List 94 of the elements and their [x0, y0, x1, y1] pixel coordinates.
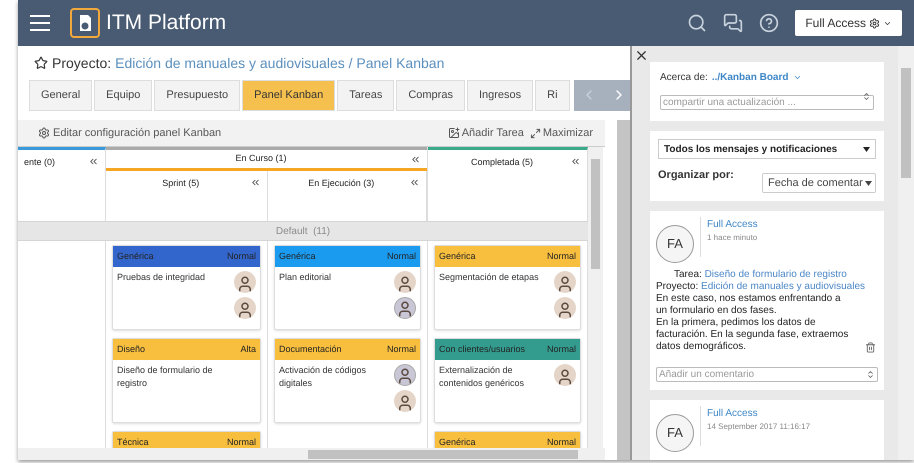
comment-input[interactable]: Añadir un comentario	[656, 367, 878, 382]
column-title: Sprint (5)	[161, 177, 200, 190]
card-category: Genérica	[117, 250, 154, 263]
collapse-icon[interactable]	[570, 156, 581, 167]
expand-icon	[530, 128, 541, 138]
avatar-initials: FA	[656, 225, 694, 263]
filter-select[interactable]: Todos los mensajes y notificaciones	[658, 139, 876, 159]
card-priority: Normal	[546, 250, 576, 263]
share-input[interactable]: compartir una actualización ...	[660, 95, 874, 110]
help-icon[interactable]	[759, 13, 780, 33]
card-category: Con clientes/usuarios	[439, 342, 526, 356]
caret-icon[interactable]	[792, 73, 802, 82]
horizontal-scrollbar[interactable]	[18, 448, 605, 460]
tab[interactable]: Tareas	[337, 80, 394, 111]
card-priority: Normal	[226, 436, 256, 448]
menu-icon[interactable]	[30, 15, 50, 31]
card-priority: Normal	[386, 342, 416, 356]
card-title: Activación de códigos digitales	[279, 364, 368, 390]
post-time: 14 September 2017 11:16:17	[707, 421, 810, 433]
card-priority: Normal	[546, 436, 576, 448]
card-title: Segmentación de etapas	[439, 271, 540, 284]
task-label: Tarea:	[674, 269, 703, 280]
edit-board-button[interactable]: Editar configuración panel Kanban	[38, 124, 222, 142]
about-label: Acerca de:	[660, 71, 708, 85]
star-icon[interactable]	[34, 56, 48, 70]
about-link[interactable]: ../Kanban Board	[712, 70, 788, 85]
card-category: Técnica	[117, 436, 149, 448]
image-plus-icon	[448, 127, 460, 139]
collapse-icon[interactable]	[88, 156, 99, 167]
card-category: Genérica	[439, 436, 476, 448]
tab[interactable]: Panel Kanban	[242, 80, 336, 111]
card-category: Genérica	[279, 250, 316, 263]
add-task-button[interactable]: Añadir Tarea	[448, 124, 524, 142]
author-link[interactable]: Full Access	[707, 217, 758, 232]
card-title: Externalización de contenidos genéricos	[439, 364, 526, 390]
close-icon[interactable]	[634, 48, 649, 63]
sort-select[interactable]: Fecha de comentar	[762, 173, 876, 193]
collapse-icon[interactable]	[410, 154, 421, 164]
task-card[interactable]: Genérica Normal	[434, 431, 581, 448]
gear-icon	[869, 18, 880, 28]
page-scrollbar[interactable]	[617, 120, 630, 460]
task-card[interactable]: Con clientes/usuarios Normal Externalización de contenidos genéricos	[434, 338, 581, 423]
card-category: Documentación	[279, 342, 342, 356]
caret-icon	[864, 180, 872, 186]
project-label: Proyecto:	[52, 54, 112, 73]
swimlane-title: Default (11)	[276, 224, 330, 238]
spinner-icon[interactable]	[866, 370, 875, 379]
column-title: En Ejecución (3)	[307, 177, 376, 190]
project-label: Proyecto:	[656, 281, 700, 292]
tab[interactable]: Ingresos	[466, 80, 534, 111]
card-category: Diseño	[117, 342, 146, 356]
tab[interactable]: Compras	[396, 80, 465, 111]
card-priority: Normal	[226, 250, 256, 263]
column-title: En Curso (1)	[234, 152, 288, 166]
card-title: Pruebas de integridad	[117, 271, 206, 284]
card-category: Genérica	[439, 250, 476, 263]
collapse-icon[interactable]	[250, 177, 260, 188]
avatar-initials: FA	[656, 414, 694, 452]
tab[interactable]: Ri	[535, 80, 570, 111]
chat-icon[interactable]	[723, 13, 744, 33]
author-link[interactable]: Full Access	[707, 406, 810, 421]
vertical-scrollbar[interactable]	[588, 147, 603, 448]
task-link[interactable]: Diseño de formulario de registro	[704, 269, 847, 280]
collapse-icon[interactable]	[409, 177, 420, 188]
card-title: Plan editorial	[279, 271, 332, 284]
tab[interactable]: Equipo	[94, 80, 152, 111]
task-card[interactable]: Diseño Alta Diseño de formulario de registro	[112, 338, 261, 423]
column-title: Completada (5)	[470, 156, 534, 169]
gear-icon	[38, 127, 50, 139]
task-card[interactable]: Genérica Normal Pruebas de integridad	[112, 245, 261, 330]
logo-icon	[70, 8, 100, 38]
logo-text[interactable]: ITM Platform	[106, 7, 226, 39]
maximize-button[interactable]: Maximizar	[530, 124, 593, 142]
panel-scrollbar[interactable]	[898, 46, 914, 460]
card-priority: Normal	[386, 250, 416, 263]
project-link[interactable]: Edición de manuales y audiovisuales	[701, 281, 866, 292]
card-priority: Normal	[546, 342, 576, 356]
task-card[interactable]: Documentación Normal Activación de códigos digitales	[274, 338, 421, 423]
tab[interactable]: General	[29, 80, 92, 111]
task-card[interactable]: Genérica Normal Plan editorial	[274, 245, 421, 330]
caret-icon	[863, 146, 870, 152]
task-card[interactable]: Técnica Normal	[112, 431, 261, 448]
column-title: ente (0)	[24, 156, 56, 169]
comment-text: En este caso, nos estamos enfrentando a un formulario en dos fases. En la primera, pedimos los datos de facturación. En la segunda fase, extraemos datos demográficos.	[656, 293, 848, 353]
post-time: 1 hace minuto	[707, 232, 758, 244]
card-title: Diseño de formulario de registro	[117, 364, 214, 390]
sort-label: Organizar por:	[658, 168, 734, 183]
delete-icon[interactable]	[865, 342, 876, 353]
user-button[interactable]: Full Access	[795, 10, 902, 36]
tab[interactable]: Presupuesto	[154, 80, 240, 111]
search-icon[interactable]	[687, 13, 708, 33]
card-priority: Alta	[240, 342, 256, 356]
task-card[interactable]: Genérica Normal Segmentación de etapas	[434, 245, 581, 330]
spinner-icon[interactable]	[862, 92, 871, 101]
